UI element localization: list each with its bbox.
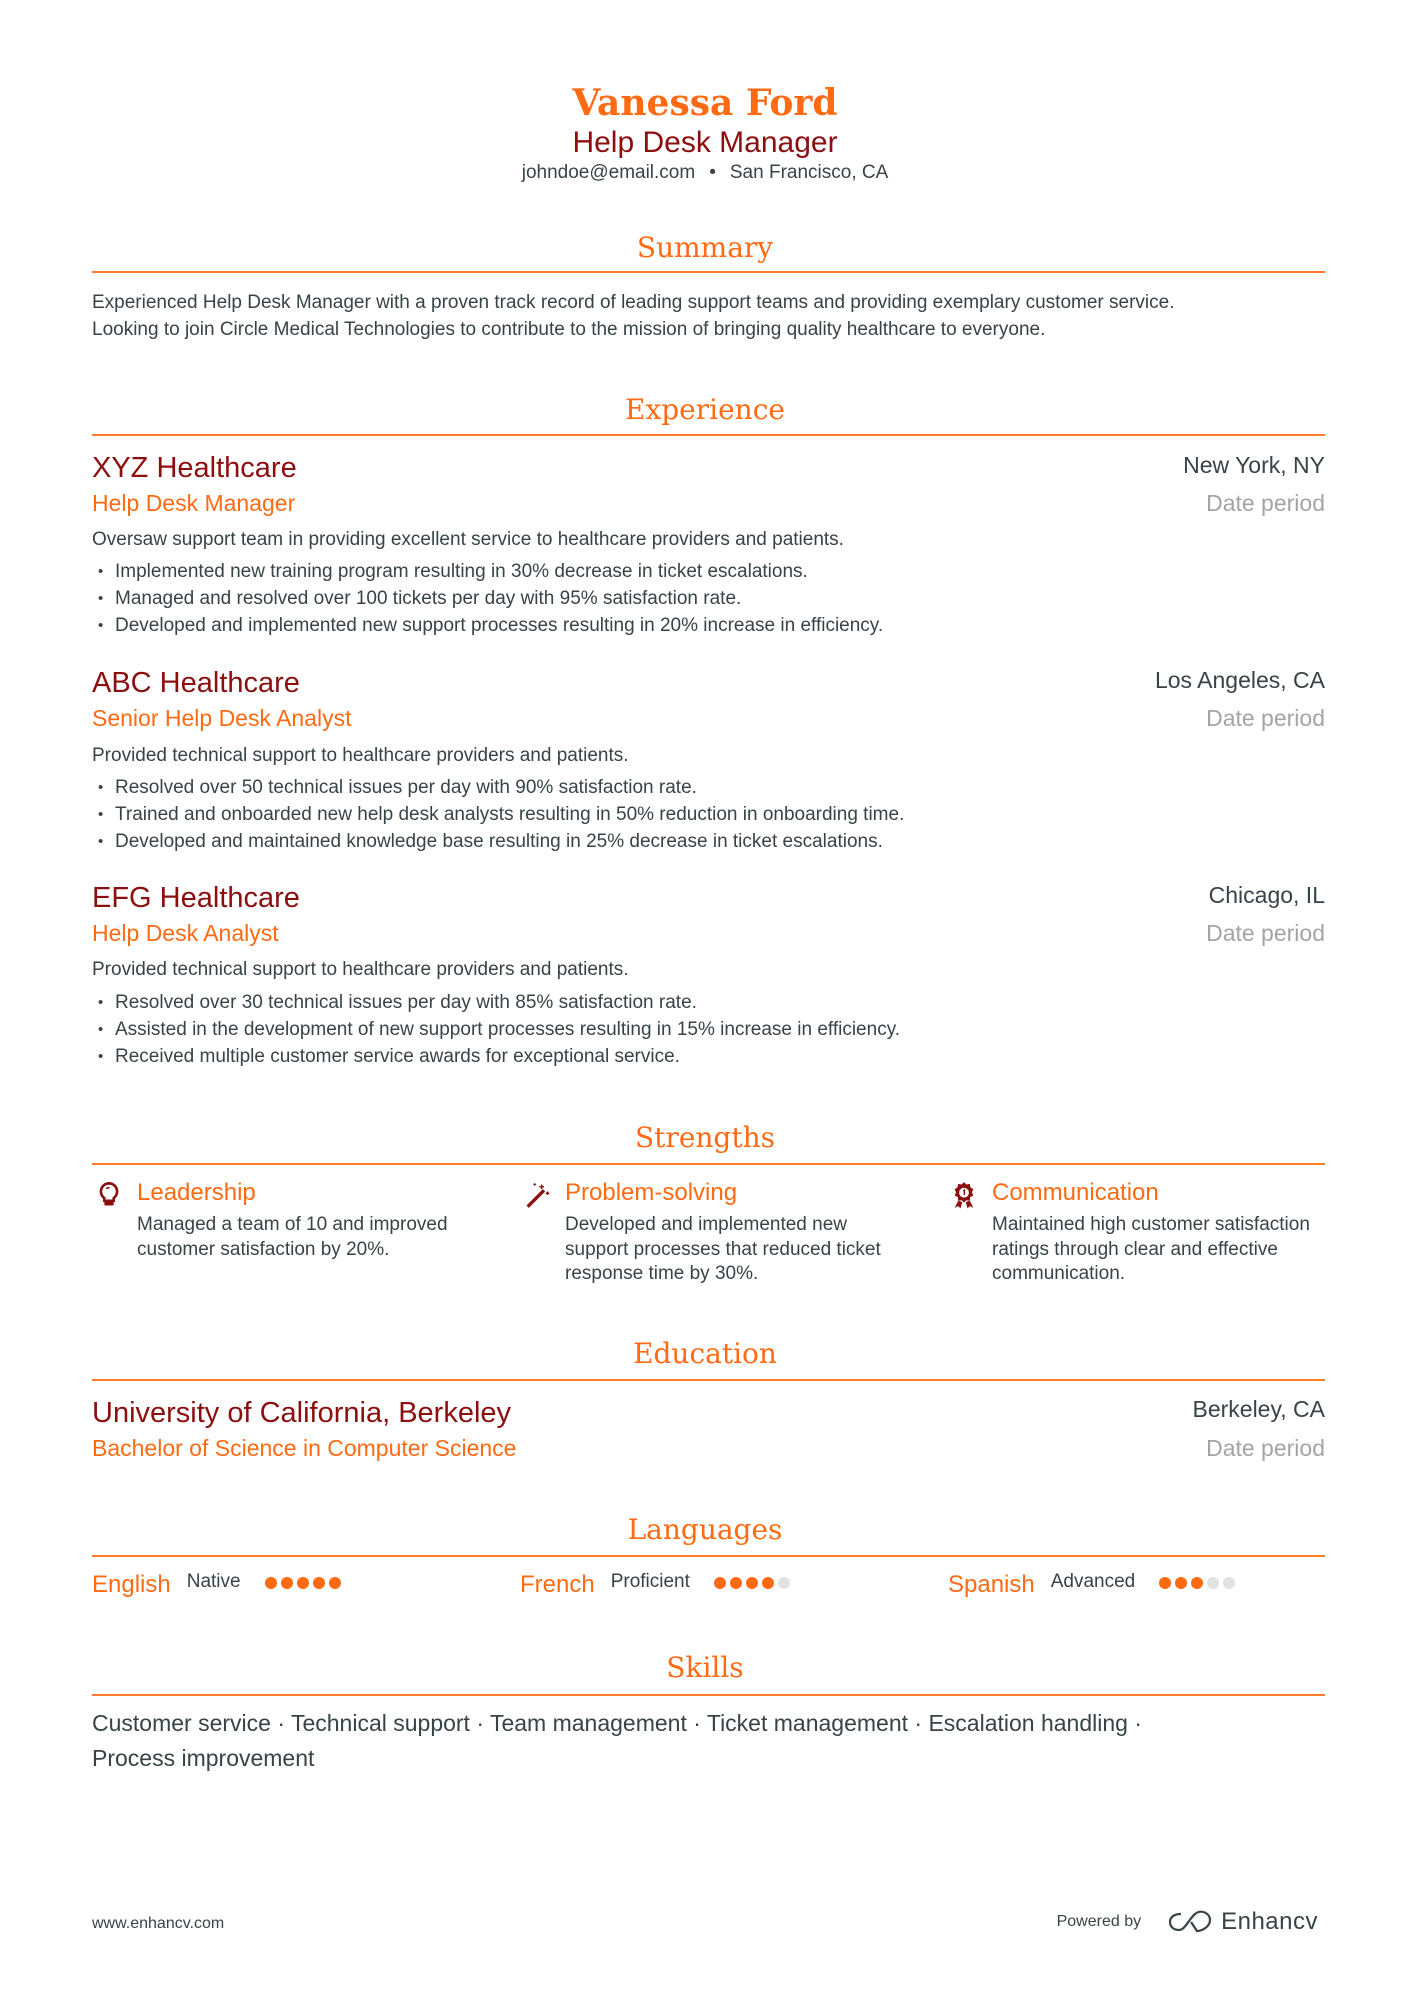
strength-item: Communication Maintained high customer s… — [950, 1177, 1340, 1287]
bullet-item: Developed and maintained knowledge base … — [98, 828, 904, 855]
bullet-item: Resolved over 30 technical issues per da… — [98, 989, 900, 1016]
language-item: English Native — [92, 1569, 341, 1601]
email[interactable]: johndoe@email.com — [522, 162, 696, 183]
rating-dot-empty — [777, 1577, 790, 1589]
section-heading-skills: Skills — [666, 1651, 744, 1684]
job-description: Provided technical support to healthcare… — [92, 745, 629, 766]
job-date: Date period — [1206, 490, 1325, 516]
section-divider — [92, 271, 1325, 273]
section-divider — [92, 1379, 1325, 1381]
section-heading-summary: Summary — [636, 231, 774, 264]
strength-title: Communication — [992, 1179, 1159, 1206]
section-heading-languages: Languages — [627, 1513, 783, 1546]
strength-description: Developed and implemented new support pr… — [565, 1214, 881, 1284]
rating-dot-filled — [745, 1577, 758, 1589]
education-date: Date period — [1206, 1435, 1325, 1461]
job-date: Date period — [1206, 705, 1325, 731]
language-level: Advanced — [1050, 1571, 1136, 1592]
footer-branding: Powered by Enhancv — [1057, 1908, 1318, 1936]
rating-dot-filled — [1159, 1577, 1172, 1589]
strength-description: Managed a team of 10 and improved custom… — [137, 1214, 448, 1260]
strength-item: Problem-solving Developed and implemente… — [523, 1177, 913, 1287]
language-rating — [1159, 1577, 1236, 1589]
language-level: Native — [186, 1571, 241, 1592]
strength-description: Maintained high customer satisfaction ra… — [992, 1214, 1310, 1284]
award-ribbon-icon — [954, 1182, 974, 1209]
job-bullets: Resolved over 30 technical issues per da… — [98, 989, 900, 1070]
section-heading-strengths: Strengths — [635, 1121, 775, 1154]
section-divider — [92, 434, 1325, 436]
enhancv-logo-icon — [1168, 1910, 1212, 1933]
summary-text: Experienced Help Desk Manager with a pro… — [92, 289, 1325, 343]
location: San Francisco, CA — [729, 162, 889, 183]
contact-line: johndoe@email.com • San Francisco, CA — [0, 160, 1410, 186]
candidate-name: Vanessa Ford — [572, 82, 838, 124]
section-divider — [92, 1555, 1325, 1557]
company-name: ABC Healthcare — [92, 667, 300, 699]
degree: Bachelor of Science in Computer Science — [92, 1435, 517, 1461]
summary-line: Experienced Help Desk Manager with a pro… — [92, 292, 1175, 313]
job-description: Oversaw support team in providing excell… — [92, 529, 844, 550]
strength-item: Leadership Managed a team of 10 and impr… — [95, 1177, 485, 1287]
brand-name: Enhancv — [1221, 1908, 1318, 1935]
lightbulb-icon — [99, 1182, 119, 1206]
job-role: Senior Help Desk Analyst — [92, 705, 352, 731]
rating-dot-filled — [713, 1577, 726, 1589]
strength-title: Problem-solving — [565, 1179, 738, 1206]
bullet-item: Assisted in the development of new suppo… — [98, 1016, 900, 1043]
rating-dot-filled — [280, 1577, 293, 1589]
job-description: Provided technical support to healthcare… — [92, 959, 629, 980]
company-name: XYZ Healthcare — [92, 452, 297, 484]
language-name: English — [92, 1571, 171, 1598]
magic-wand-icon — [526, 1183, 550, 1208]
bullet-item: Developed and implemented new support pr… — [98, 612, 883, 639]
job-bullets: Implemented new training program resulti… — [98, 558, 883, 639]
section-divider — [92, 1694, 1325, 1696]
school-location: Berkeley, CA — [1192, 1396, 1325, 1422]
language-item: Spanish Advanced — [948, 1569, 1236, 1601]
powered-by-label: Powered by — [1056, 1913, 1142, 1930]
job-role: Help Desk Analyst — [92, 920, 279, 946]
rating-dot-filled — [1191, 1577, 1204, 1589]
footer-website[interactable]: www.enhancv.com — [92, 1915, 224, 1933]
rating-dot-filled — [328, 1577, 341, 1589]
bullet-item: Trained and onboarded new help desk anal… — [98, 801, 904, 828]
language-level: Proficient — [610, 1571, 690, 1592]
rating-dot-filled — [1175, 1577, 1188, 1589]
bullet-item: Resolved over 50 technical issues per da… — [98, 774, 904, 801]
section-heading-experience: Experience — [625, 393, 785, 426]
language-name: French — [520, 1571, 595, 1598]
job-role: Help Desk Manager — [92, 490, 296, 516]
job-location: Chicago, IL — [1208, 882, 1325, 908]
rating-dot-filled — [296, 1577, 309, 1589]
bullet-item: Managed and resolved over 100 tickets pe… — [98, 585, 883, 612]
rating-dot-filled — [312, 1577, 325, 1589]
bullet-item: Received multiple customer service award… — [98, 1043, 900, 1070]
rating-dot-filled — [264, 1577, 277, 1589]
strength-title: Leadership — [137, 1179, 256, 1206]
language-item: French Proficient — [520, 1569, 790, 1601]
language-rating — [264, 1577, 341, 1589]
language-rating — [713, 1577, 790, 1589]
rating-dot-filled — [729, 1577, 742, 1589]
skills-line: Customer service · Technical support · T… — [92, 1710, 1142, 1736]
job-location: New York, NY — [1183, 452, 1325, 478]
rating-dot-empty — [1223, 1577, 1236, 1589]
separator: • — [709, 162, 716, 183]
job-location: Los Angeles, CA — [1154, 667, 1325, 693]
language-name: Spanish — [948, 1571, 1035, 1598]
company-name: EFG Healthcare — [92, 882, 300, 914]
bullet-item: Implemented new training program resulti… — [98, 558, 883, 585]
school-name: University of California, Berkeley — [92, 1397, 512, 1429]
skills-line: Process improvement — [92, 1745, 315, 1771]
section-heading-education: Education — [633, 1337, 777, 1370]
rating-dot-empty — [1207, 1577, 1220, 1589]
candidate-title: Help Desk Manager — [572, 126, 838, 159]
job-bullets: Resolved over 50 technical issues per da… — [98, 774, 904, 855]
rating-dot-filled — [761, 1577, 774, 1589]
summary-line: Looking to join Circle Medical Technolog… — [92, 319, 1046, 340]
job-date: Date period — [1206, 920, 1325, 946]
section-divider — [92, 1163, 1325, 1165]
skills-list: Customer service · Technical support · T… — [92, 1706, 1325, 1776]
